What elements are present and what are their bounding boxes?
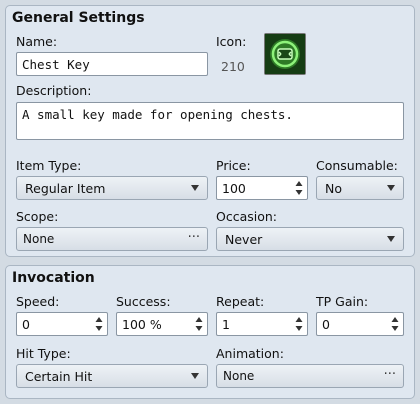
hit-type-select[interactable]: Certain Hit xyxy=(16,364,208,388)
speed-value: 0 xyxy=(22,317,30,332)
name-label: Name: xyxy=(16,34,58,49)
general-settings-panel: General Settings Name: Chest Key Icon: 2… xyxy=(5,5,415,257)
tp-gain-value: 0 xyxy=(322,317,330,332)
hit-type-label: Hit Type: xyxy=(16,346,71,361)
speed-label: Speed: xyxy=(16,294,60,309)
chevron-down-icon xyxy=(387,236,395,242)
up-down-arrows-icon[interactable] xyxy=(391,316,399,332)
scope-label: Scope: xyxy=(16,209,59,224)
up-down-arrows-icon[interactable] xyxy=(195,316,203,332)
chevron-down-icon xyxy=(191,185,199,191)
icon-index: 210 xyxy=(221,59,245,74)
invocation-panel: Invocation Speed: 0 Success: 100 % Repea… xyxy=(5,265,415,399)
description-label: Description: xyxy=(16,83,92,98)
tp-gain-stepper[interactable]: 0 xyxy=(316,312,404,336)
invocation-title: Invocation xyxy=(12,270,95,286)
description-field[interactable]: A small key made for opening chests. xyxy=(16,102,404,140)
repeat-label: Repeat: xyxy=(216,294,265,309)
icon-label: Icon: xyxy=(216,34,247,49)
animation-value: None xyxy=(223,369,255,383)
occasion-value: Never xyxy=(225,232,263,247)
animation-picker[interactable]: None ··· xyxy=(216,364,404,388)
name-field[interactable]: Chest Key xyxy=(16,52,208,76)
chevron-down-icon xyxy=(191,373,199,379)
price-value: 100 xyxy=(222,181,246,196)
success-value: 100 % xyxy=(122,317,162,332)
ellipsis-icon: ··· xyxy=(383,367,396,382)
consumable-value: No xyxy=(325,181,342,196)
key-emblem-icon[interactable] xyxy=(264,33,306,75)
scope-value: None xyxy=(23,232,55,246)
animation-label: Animation: xyxy=(216,346,284,361)
up-down-arrows-icon[interactable] xyxy=(95,316,103,332)
hit-type-value: Certain Hit xyxy=(25,369,93,384)
chevron-down-icon xyxy=(387,185,395,191)
speed-stepper[interactable]: 0 xyxy=(16,312,108,336)
consumable-select[interactable]: No xyxy=(316,176,404,200)
general-settings-title: General Settings xyxy=(12,10,145,26)
repeat-stepper[interactable]: 1 xyxy=(216,312,308,336)
consumable-label: Consumable: xyxy=(316,158,398,173)
item-type-label: Item Type: xyxy=(16,158,82,173)
occasion-select[interactable]: Never xyxy=(216,227,404,251)
up-down-arrows-icon[interactable] xyxy=(295,180,303,196)
occasion-label: Occasion: xyxy=(216,209,278,224)
item-type-select[interactable]: Regular Item xyxy=(16,176,208,200)
success-stepper[interactable]: 100 % xyxy=(116,312,208,336)
item-type-value: Regular Item xyxy=(25,181,106,196)
price-label: Price: xyxy=(216,158,251,173)
up-down-arrows-icon[interactable] xyxy=(295,316,303,332)
scope-picker[interactable]: None ··· xyxy=(16,227,208,251)
repeat-value: 1 xyxy=(222,317,230,332)
price-stepper[interactable]: 100 xyxy=(216,176,308,200)
success-label: Success: xyxy=(116,294,171,309)
ellipsis-icon: ··· xyxy=(187,230,200,245)
tp-gain-label: TP Gain: xyxy=(316,294,369,309)
